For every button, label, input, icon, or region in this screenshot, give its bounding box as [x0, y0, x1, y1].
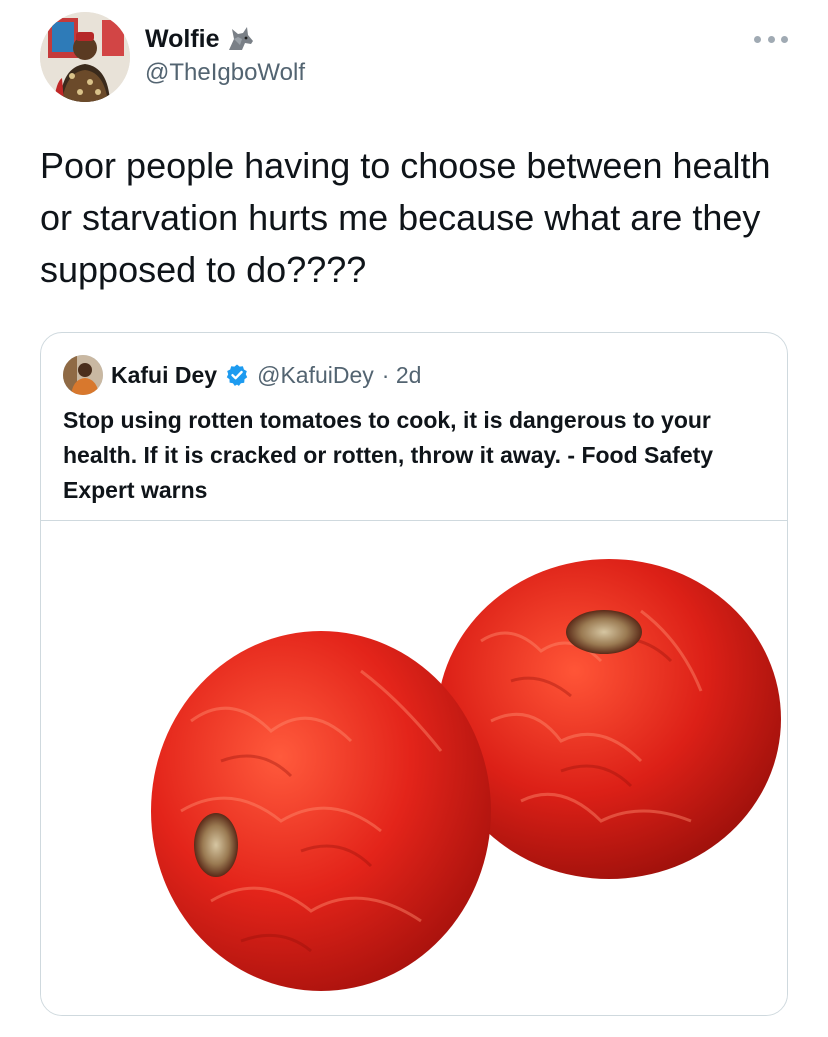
more-horizontal-icon[interactable]: [754, 32, 788, 46]
quoted-tweet-image[interactable]: [41, 520, 787, 1015]
verified-badge-icon: [226, 364, 248, 386]
author-avatar[interactable]: [40, 12, 130, 102]
profile-photo-icon: [40, 12, 130, 102]
quoted-tweet-text: Stop using rotten tomatoes to cook, it i…: [63, 407, 714, 503]
author-name[interactable]: Wolfie: [145, 24, 220, 54]
tomato-left-rot-spot: [194, 813, 238, 877]
quoted-author-handle[interactable]: @KafuiDey: [257, 355, 374, 395]
wolf-icon: [228, 27, 253, 50]
quoted-tweet-header: Kafui Dey @KafuiDey · 2d: [63, 355, 421, 395]
profile-photo-icon: [63, 355, 103, 395]
quoted-tweet-card[interactable]: Kafui Dey @KafuiDey · 2d Stop using rott…: [40, 332, 788, 1016]
quoted-timestamp[interactable]: · 2d: [382, 355, 422, 395]
tomato-right-rot-spot: [566, 610, 642, 654]
quoted-author-name[interactable]: Kafui Dey: [111, 355, 217, 395]
author-name-row[interactable]: Wolfie: [145, 24, 256, 54]
tweet-text: Poor people having to choose between hea…: [40, 145, 771, 290]
tomato-left: [151, 631, 491, 991]
rotten-tomatoes-photo: [151, 559, 781, 991]
author-handle[interactable]: @TheIgboWolf: [145, 58, 305, 88]
quoted-author-avatar[interactable]: [63, 355, 103, 395]
